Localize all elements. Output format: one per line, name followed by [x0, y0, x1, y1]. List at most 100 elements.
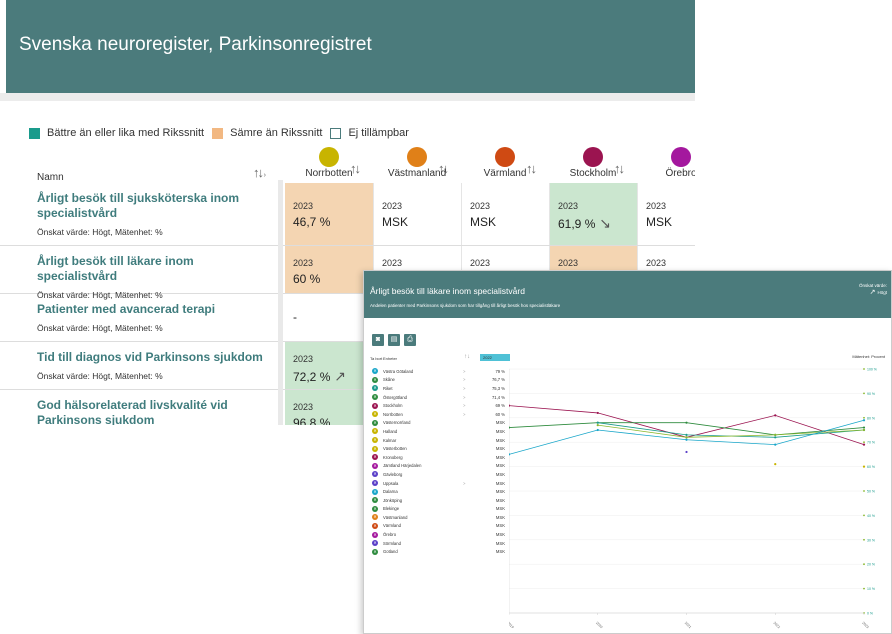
unit-row[interactable]: ✕ Östergötland >71,4 % [370, 393, 510, 402]
legend-item-na: Ej tillämpbar [330, 127, 409, 139]
name-column-header[interactable]: Namn [37, 172, 64, 183]
x-tick-label: 2023 [861, 621, 869, 629]
region-dot [583, 147, 603, 167]
export-icon[interactable]: ▤ [388, 334, 400, 346]
print-icon[interactable]: ⎙ [404, 334, 416, 346]
unit-row[interactable]: ✕ Västmanland MSK [370, 513, 510, 522]
unit-value: MSK [495, 489, 505, 495]
column-splitter[interactable] [278, 180, 283, 425]
remove-icon[interactable]: ✕ [372, 471, 378, 478]
unit-value: 60 % [495, 411, 505, 417]
region-header-värmland[interactable]: Värmland ↑↓ [460, 147, 550, 179]
unit-row[interactable]: ✕ Norrbotten >60 % [370, 410, 510, 419]
data-point [685, 438, 688, 441]
detail-panel: Årligt besök till läkare inom specialist… [363, 270, 892, 634]
unit-name: Västra Götaland [383, 368, 414, 374]
remove-icon[interactable]: ✕ [372, 368, 378, 375]
desired-value: Önskat värde: ↗ Högt [858, 283, 887, 296]
remove-icon[interactable]: ✕ [372, 454, 378, 461]
region-header-stockholm[interactable]: Stockholm ↑↓ [548, 147, 638, 179]
unit-name: Östergötland [383, 394, 407, 400]
sort-icon[interactable]: ↑↓ [526, 161, 537, 176]
region-header-örebro[interactable]: Örebro↑↓ [636, 147, 695, 179]
sort-icon[interactable]: ↑↓ [614, 161, 625, 176]
row-title[interactable]: Patienter med avancerad terapi [37, 302, 267, 317]
value-cell[interactable]: 2023 46,7 % [285, 183, 373, 245]
unit-value: MSK [495, 471, 505, 477]
remove-icon[interactable]: ✕ [372, 480, 378, 487]
remove-icon[interactable]: ✕ [372, 540, 378, 547]
unit-row[interactable]: ✕ Gävleborg MSK [370, 470, 510, 479]
unit-name: Skåne [383, 377, 395, 383]
sort-icon[interactable]: ↑↓ [464, 354, 470, 360]
unit-name: Västerbotten [383, 446, 407, 452]
unit-row[interactable]: ✕ Stockholm >69 % [370, 401, 510, 410]
remove-icon[interactable]: ✕ [372, 497, 378, 504]
unit-row[interactable]: ✕ Västra Götaland >79 % [370, 367, 510, 376]
unit-row[interactable]: ✕ Kalmar MSK [370, 436, 510, 445]
y-tick-marker [863, 538, 865, 541]
unit-row[interactable]: ✕ Uppsala > MSK [370, 479, 510, 488]
remove-icon[interactable]: ✕ [372, 437, 378, 444]
unit-row[interactable]: ✕ Kronoberg MSK [370, 453, 510, 462]
remove-icon[interactable]: ✕ [372, 411, 378, 418]
camera-icon[interactable]: ◙ [372, 334, 384, 346]
row-title[interactable]: God hälsorelaterad livskvalité vid Parki… [37, 398, 267, 425]
region-header-västmanland[interactable]: Västmanland ↑↓ [372, 147, 462, 179]
remove-icon[interactable]: ✕ [372, 419, 378, 426]
row-title[interactable]: Årligt besök till läkare inom specialist… [37, 254, 267, 284]
remove-icon[interactable]: ✕ [372, 428, 378, 435]
value-cell[interactable]: 2023 MSK [373, 183, 461, 245]
remove-icon[interactable]: ✕ [372, 385, 378, 392]
unit-row[interactable]: ✕ Västernorrland MSK [370, 419, 510, 428]
unit-row[interactable]: ✕ Riket >75,3 % [370, 384, 510, 393]
unit-row[interactable]: ✕ Jönköping MSK [370, 496, 510, 505]
unit-row[interactable]: ✕ Sörmland MSK [370, 539, 510, 548]
unit-row[interactable]: ✕ Dalarna MSK [370, 487, 510, 496]
value-cell[interactable]: - [285, 294, 373, 341]
value-cell[interactable]: 2023 96,8 % [285, 390, 373, 425]
row-title[interactable]: Årligt besök till sjuksköterska inom spe… [37, 191, 267, 221]
x-tick-label: 2022 [773, 621, 781, 629]
remove-icon[interactable]: ✕ [372, 402, 378, 409]
sort-icon[interactable]: ↑↓ [350, 161, 361, 176]
row-title[interactable]: Tid till diagnos vid Parkinsons sjukdom [37, 350, 267, 365]
unit-row[interactable]: ✕ Gotland MSK [370, 547, 510, 556]
remove-icon[interactable]: ✕ [372, 505, 378, 512]
sort-icon[interactable]: ↑↓ › [253, 165, 266, 180]
remove-icon[interactable]: ✕ [372, 445, 378, 452]
unit-row[interactable]: ✕ Skåne >76,7 % [370, 376, 510, 385]
chevron-right-icon: > [463, 480, 466, 486]
remove-icon[interactable]: ✕ [372, 462, 378, 469]
region-header-norrbotten[interactable]: Norrbotten ↑↓ [284, 147, 374, 179]
value-cell[interactable]: 2023 MSK [637, 183, 695, 245]
data-point [596, 421, 599, 424]
data-point [509, 453, 511, 456]
unit-value: MSK [495, 514, 505, 520]
unit-row[interactable]: ✕ Halland MSK [370, 427, 510, 436]
remove-icon[interactable]: ✕ [372, 488, 378, 495]
unit-name: Örebro [383, 532, 397, 538]
remove-icon[interactable]: ✕ [372, 531, 378, 538]
data-point [596, 428, 599, 432]
unit-name: Gävleborg [383, 471, 403, 477]
data-point [862, 426, 866, 429]
unit-row[interactable]: ✕ Värmland MSK [370, 522, 510, 531]
unit-row[interactable]: ✕ Västerbotten MSK [370, 444, 510, 453]
remove-icon[interactable]: ✕ [372, 394, 378, 401]
unit-row[interactable]: ✕ Jämtland Härjedalen MSK [370, 462, 510, 471]
value-cell[interactable]: 2023 MSK [461, 183, 549, 245]
remove-icon[interactable]: ✕ [372, 376, 378, 383]
year-column-header[interactable]: 2022 [480, 354, 510, 361]
value-cell[interactable]: 2023 72,2 % ↗ [285, 342, 373, 389]
value-cell[interactable]: 2023 61,9 % ↘ [549, 183, 637, 245]
remove-icon[interactable]: ✕ [372, 522, 378, 529]
sort-icon[interactable]: ↑↓ [438, 161, 449, 176]
region-label: Örebro [665, 168, 695, 179]
remove-icon[interactable]: ✕ [372, 548, 378, 555]
unit-row[interactable]: ✕ Blekinge MSK [370, 505, 510, 514]
remove-icon[interactable]: ✕ [372, 514, 378, 521]
value-cell[interactable]: 2023 60 % [285, 246, 373, 293]
region-dot [319, 147, 339, 167]
unit-row[interactable]: ✕ Örebro MSK [370, 530, 510, 539]
